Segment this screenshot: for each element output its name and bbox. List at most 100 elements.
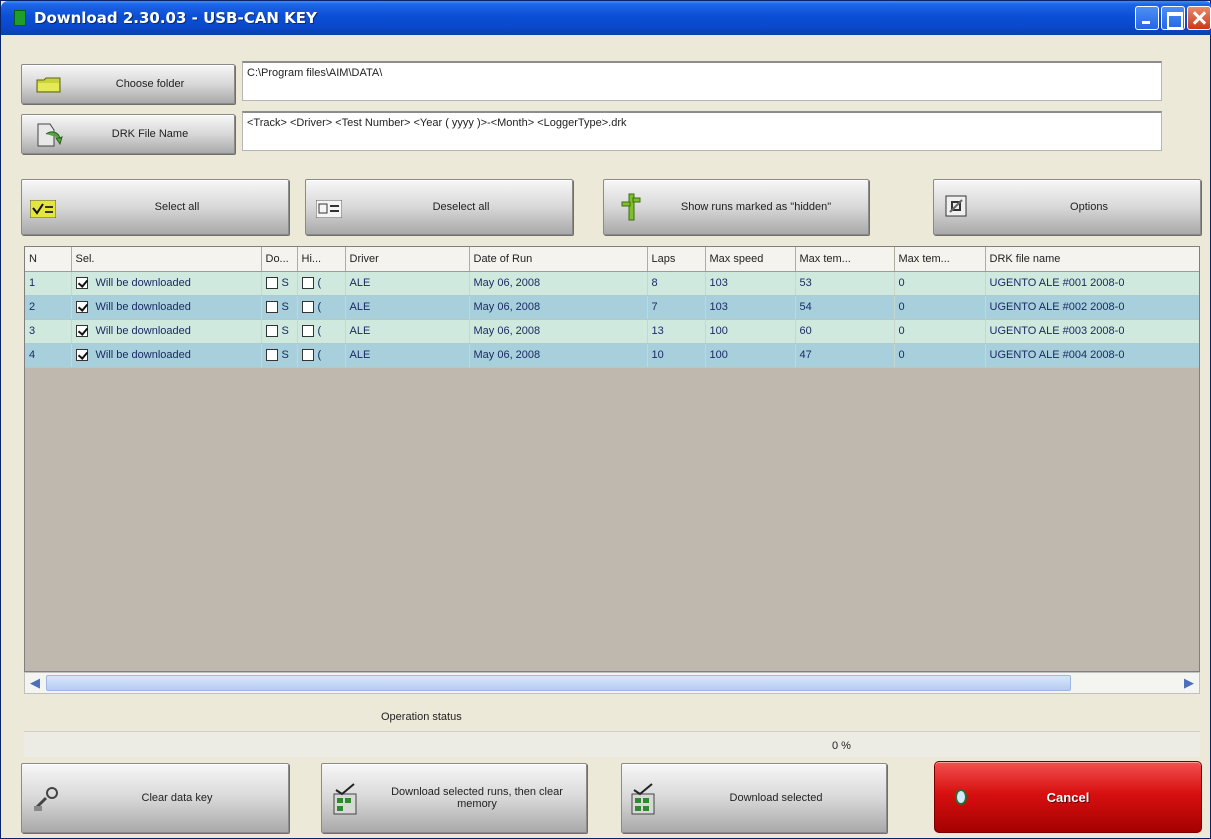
select-checkbox[interactable] (75, 325, 88, 338)
hidden-checkbox[interactable] (301, 349, 314, 362)
select-all-label: Select all (154, 201, 200, 213)
close-button[interactable] (1187, 6, 1211, 30)
table-row[interactable]: 4 Will be downloaded S ( ALE May 06, 200… (25, 343, 1199, 368)
selection-cell[interactable]: Will be downloaded (71, 343, 262, 368)
row-number: 4 (25, 343, 72, 368)
hidden-checkbox[interactable] (301, 301, 314, 314)
table-row[interactable]: 3 Will be downloaded S ( ALE May 06, 200… (25, 319, 1199, 344)
download-checkbox[interactable] (265, 325, 278, 338)
hidden-checkbox[interactable] (301, 325, 314, 338)
download-selected-label: Download selected (729, 792, 823, 804)
download-value: S (281, 348, 289, 361)
column-header[interactable]: Date of Run (469, 247, 648, 272)
download-then-clear-button[interactable]: Download selected runs, then clear memor… (321, 763, 587, 833)
hidden-cell[interactable]: ( (297, 319, 346, 344)
options-button[interactable]: Options (933, 179, 1201, 235)
row-number: 2 (25, 295, 72, 320)
scroll-right-icon[interactable]: ▶ (1181, 675, 1197, 691)
deselect-all-button[interactable]: Deselect all (305, 179, 573, 235)
column-header[interactable]: Driver (345, 247, 470, 272)
download-clear-icon (333, 783, 357, 815)
hidden-checkbox[interactable] (301, 277, 314, 290)
download-cell[interactable]: S (261, 271, 298, 296)
download-checkbox[interactable] (265, 301, 278, 314)
selection-status: Will be downloaded (95, 300, 191, 313)
title-bar[interactable]: Download 2.30.03 - USB-CAN KEY (1, 1, 1211, 35)
select-all-icon (30, 200, 56, 218)
column-header[interactable]: Max speed (705, 247, 796, 272)
scrollbar-thumb[interactable] (46, 675, 1071, 691)
runs-table[interactable]: N Sel. Do... Hi... Driver Date of Run La… (24, 246, 1200, 672)
file-name-cell: UGENTO ALE #001 2008-0 (985, 271, 1199, 296)
select-all-button[interactable]: Select all (21, 179, 289, 235)
select-checkbox[interactable] (75, 349, 88, 362)
max-temp-cell: 54 (795, 295, 895, 320)
hidden-cell[interactable]: ( (297, 295, 346, 320)
download-cell[interactable]: S (261, 319, 298, 344)
column-header[interactable]: DRK file name (985, 247, 1199, 272)
max-temp-cell: 0 (894, 319, 986, 344)
column-header[interactable]: N (25, 247, 72, 272)
selection-cell[interactable]: Will be downloaded (71, 271, 262, 296)
selection-cell[interactable]: Will be downloaded (71, 295, 262, 320)
cactus-icon (621, 193, 641, 221)
options-icon (945, 195, 967, 217)
download-checkbox[interactable] (265, 349, 278, 362)
file-rename-icon (37, 123, 63, 147)
column-header[interactable]: Sel. (71, 247, 262, 272)
horizontal-scrollbar[interactable]: ◀ ▶ (24, 672, 1200, 694)
hidden-value: ( (317, 348, 322, 361)
download-then-clear-label: Download selected runs, then clear memor… (391, 786, 563, 810)
driver-cell: ALE (345, 319, 470, 344)
download-cell[interactable]: S (261, 295, 298, 320)
column-header[interactable]: Do... (261, 247, 298, 272)
laps-cell: 10 (647, 343, 706, 368)
max-temp-cell: 0 (894, 295, 986, 320)
selection-status: Will be downloaded (95, 348, 191, 361)
driver-cell: ALE (345, 343, 470, 368)
date-cell: May 06, 2008 (469, 295, 648, 320)
column-header[interactable]: Max tem... (894, 247, 986, 272)
clear-data-key-label: Clear data key (141, 792, 213, 804)
hidden-value: ( (317, 300, 322, 313)
max-temp-cell: 0 (894, 343, 986, 368)
download-checkbox[interactable] (265, 277, 278, 290)
show-hidden-runs-button[interactable]: Show runs marked as "hidden" (603, 179, 869, 235)
download-value: S (281, 324, 289, 337)
hidden-cell[interactable]: ( (297, 343, 346, 368)
progress-percent: 0 % (832, 740, 851, 752)
maximize-button[interactable] (1161, 6, 1185, 30)
column-header[interactable]: Max tem... (795, 247, 895, 272)
driver-cell: ALE (345, 295, 470, 320)
cancel-button[interactable]: Cancel (934, 761, 1202, 833)
max-speed-cell: 100 (705, 319, 796, 344)
column-header[interactable]: Hi... (297, 247, 346, 272)
max-temp-cell: 60 (795, 319, 895, 344)
max-speed-cell: 103 (705, 271, 796, 296)
column-header[interactable]: Laps (647, 247, 706, 272)
drk-file-name-button[interactable]: DRK File Name (21, 114, 235, 154)
download-selected-button[interactable]: Download selected (621, 763, 887, 833)
drk-pattern-field[interactable]: <Track> <Driver> <Test Number> <Year ( y… (242, 111, 1162, 151)
laps-cell: 13 (647, 319, 706, 344)
max-temp-cell: 0 (894, 271, 986, 296)
table-row[interactable]: 1 Will be downloaded S ( ALE May 06, 200… (25, 271, 1199, 296)
select-checkbox[interactable] (75, 277, 88, 290)
select-checkbox[interactable] (75, 301, 88, 314)
clear-data-key-button[interactable]: Clear data key (21, 763, 289, 833)
hidden-cell[interactable]: ( (297, 271, 346, 296)
file-name-cell: UGENTO ALE #003 2008-0 (985, 319, 1199, 344)
table-row[interactable]: 2 Will be downloaded S ( ALE May 06, 200… (25, 295, 1199, 320)
folder-path-field[interactable]: C:\Program files\AIM\DATA\ (242, 61, 1162, 101)
laps-cell: 7 (647, 295, 706, 320)
minimize-button[interactable] (1135, 6, 1159, 30)
cancel-label: Cancel (1046, 790, 1090, 805)
date-cell: May 06, 2008 (469, 271, 648, 296)
download-cell[interactable]: S (261, 343, 298, 368)
choose-folder-button[interactable]: Choose folder (21, 64, 235, 104)
selection-cell[interactable]: Will be downloaded (71, 319, 262, 344)
row-number: 3 (25, 319, 72, 344)
key-erase-icon (34, 787, 58, 811)
file-name-cell: UGENTO ALE #002 2008-0 (985, 295, 1199, 320)
scroll-left-icon[interactable]: ◀ (27, 675, 43, 691)
